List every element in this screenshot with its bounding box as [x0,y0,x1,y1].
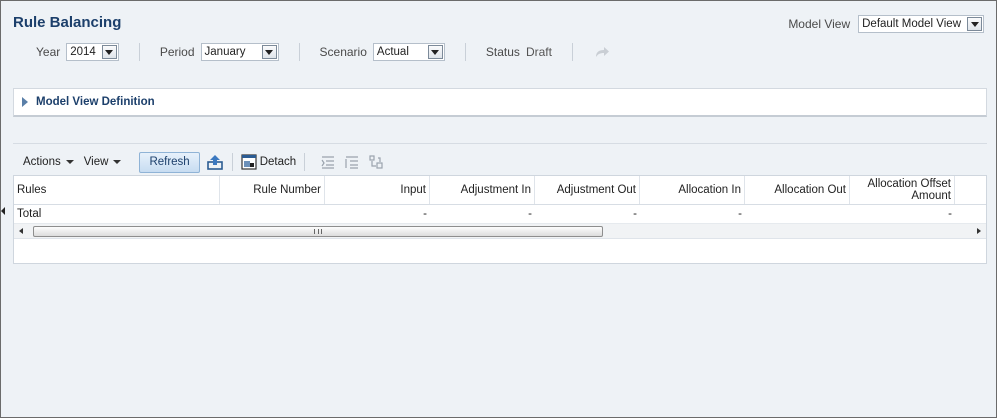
caret-down-icon [65,160,74,164]
scenario-label: Scenario [319,45,367,59]
rule-balancing-table: Rules Rule Number Input Adjustment In Ad… [13,175,987,264]
toolbar-separator [231,153,233,171]
period-value: January [204,46,246,58]
scroll-right-icon[interactable] [972,228,986,234]
table-cell: - [528,208,532,220]
pov-separator [571,43,573,61]
column-header-allocation-in[interactable]: Allocation In [640,176,745,204]
period-label: Period [159,45,195,59]
table-cell: - [738,208,742,220]
section-divider [13,143,987,144]
table-cell: - [948,208,952,220]
scenario-dropdown[interactable]: Actual [372,43,445,61]
model-view-selector: Model View Default Model View [788,15,984,33]
actions-label: Actions [23,156,61,168]
expand-triangle-icon[interactable] [22,97,28,107]
model-view-dropdown[interactable]: Default Model View [858,15,984,33]
table-cell [955,205,986,223]
chevron-down-icon[interactable] [261,45,277,59]
column-header-rule-number[interactable]: Rule Number [220,176,325,204]
status-label: Status [485,45,520,59]
caret-down-icon [113,160,122,164]
column-header-allocation-offset-amount[interactable]: Allocation Offset Amount [850,176,955,204]
column-header-allocation-out[interactable]: Allocation Out [745,176,850,204]
table-cell: Total [17,208,42,220]
model-view-definition-accordion[interactable]: Model View Definition [13,88,987,117]
table-toolbar: Actions View Refresh Detach [13,149,987,175]
toolbar-separator [304,153,306,171]
column-header-adjustment-in[interactable]: Adjustment In [430,176,535,204]
column-header-adjustment-out[interactable]: Adjustment Out [535,176,640,204]
column-header-input[interactable]: Input [325,176,430,204]
chevron-down-icon[interactable] [427,45,443,59]
redo-icon[interactable] [593,44,611,60]
page-title: Rule Balancing [13,14,122,31]
pov-separator [298,43,300,61]
detach-button[interactable]: Detach [241,154,296,170]
table-cell: - [423,208,427,220]
actions-menu[interactable]: Actions [23,156,74,168]
expand-all-icon[interactable] [319,153,337,171]
status-value: Draft [525,45,552,59]
table-header: Rules Rule Number Input Adjustment In Ad… [14,176,986,205]
model-view-label: Model View [788,17,851,31]
scenario-value: Actual [376,46,409,58]
model-view-value: Default Model View [862,18,961,30]
table-cell [745,205,850,223]
column-header-filler [955,176,986,204]
upload-icon[interactable] [206,153,224,171]
grip-icon [314,228,322,234]
table-cell [220,205,325,223]
chevron-down-icon[interactable] [101,45,117,59]
scrollbar-thumb[interactable] [33,225,603,237]
main-panel: Rule Balancing Model View Default Model … [0,0,997,418]
pov-separator [464,43,466,61]
pivot-icon[interactable] [367,153,385,171]
scrollbar-track[interactable] [28,225,972,238]
horizontal-scrollbar[interactable] [14,224,986,239]
pov-bar: Year 2014 Period January Scenario Actual… [36,42,611,62]
view-menu[interactable]: View [84,156,122,168]
pov-separator [138,43,140,61]
refresh-button[interactable]: Refresh [139,151,200,173]
detach-label: Detach [259,156,297,168]
collapse-all-icon[interactable] [343,153,361,171]
collapse-panel-handle[interactable] [1,201,7,221]
chevron-down-icon[interactable] [967,17,982,31]
column-header-rules[interactable]: Rules [14,176,220,204]
table-row[interactable]: Total - - - - - [14,205,986,224]
detach-icon [241,154,257,170]
year-label: Year [36,45,61,59]
period-dropdown[interactable]: January [200,43,279,61]
accordion-title: Model View Definition [36,96,155,108]
table-cell: - [633,208,637,220]
view-label: View [83,156,109,168]
scroll-left-icon[interactable] [14,228,28,234]
year-dropdown[interactable]: 2014 [66,43,119,61]
